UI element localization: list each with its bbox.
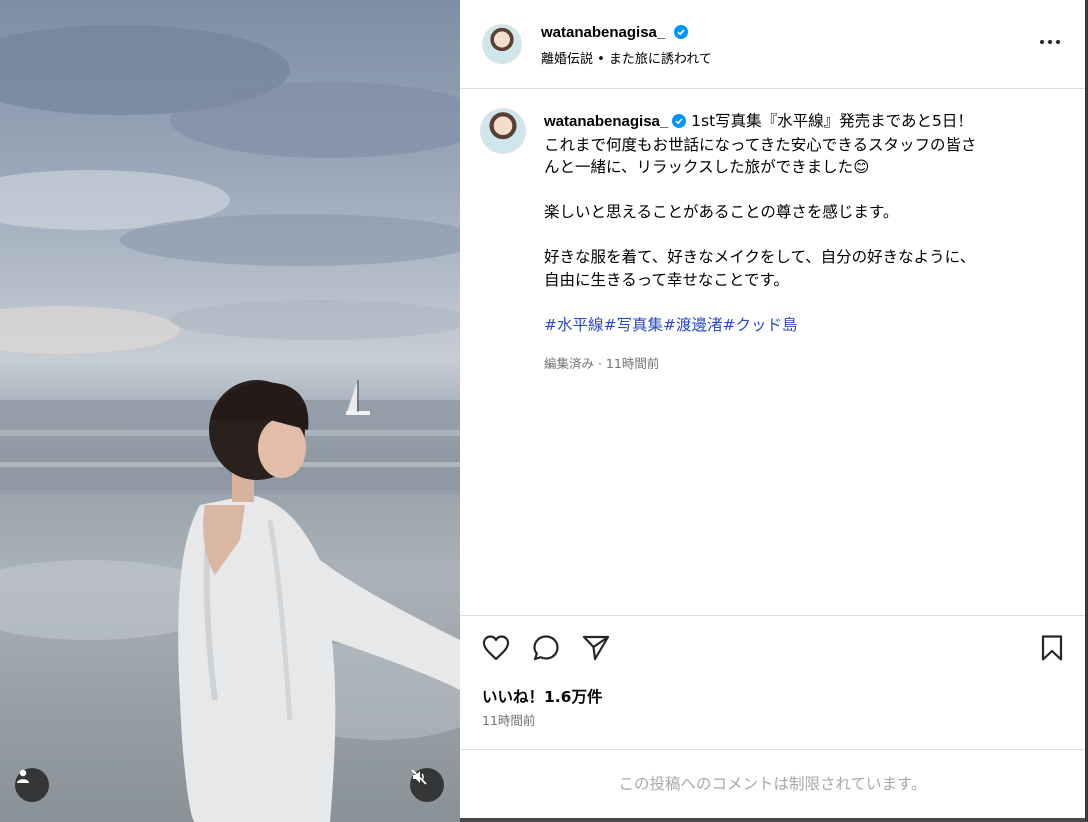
caption-text-line: これまで何度もお世話になってきた安心できるスタッフの皆さ: [544, 135, 977, 154]
caption-paragraph-2: 楽しいと思えることがあることの尊さを感じます。: [544, 203, 899, 221]
caption-paragraph-1: watanabenagisa_ 1st写真集『水平線』発売まであと5日！ これま…: [544, 110, 1044, 179]
verified-badge-icon: [674, 25, 689, 39]
likes-count[interactable]: いいね！1.6万件: [482, 685, 602, 707]
edited-meta: 編集済み · 11時間前: [544, 355, 660, 371]
heart-icon[interactable]: [481, 633, 511, 663]
caption-paragraph-3: 好きな服を着て、好きなメイクをして、自分の好きなように、 自由に生きるって幸せな…: [544, 246, 1044, 291]
post-media-image[interactable]: [0, 0, 460, 822]
muted-speaker-icon: [411, 769, 427, 785]
caption-text-line: 1st写真集『水平線』発売まであと5日！: [691, 112, 973, 130]
hashtag-link[interactable]: #写真集: [604, 316, 664, 334]
caption-text-line: 自由に生きるって幸せなことです。: [544, 270, 789, 289]
comments-restricted-notice: この投稿へのコメントは制限されています。: [618, 775, 927, 793]
verified-badge-icon: [672, 114, 687, 128]
post-timestamp[interactable]: 11時間前: [482, 710, 535, 729]
post-header: watanabenagisa_ 離婚伝説 • また旅に誘われて: [460, 0, 1085, 89]
caption-text-line: 好きな服を着て、好きなメイクをして、自分の好きなように、: [544, 248, 976, 266]
header-username[interactable]: watanabenagisa_: [541, 24, 665, 41]
post-details-panel: watanabenagisa_ 離婚伝説 • また旅に誘われて watanabe…: [460, 0, 1086, 818]
hashtag-link[interactable]: #クッド島: [723, 316, 798, 334]
beach-photo: [0, 25, 460, 822]
more-options-icon[interactable]: [1038, 34, 1062, 50]
caption-text-line: んと一緒に、リラックスした旅ができました😊: [544, 158, 870, 176]
post-caption: watanabenagisa_ 1st写真集『水平線』発売まであと5日！ これま…: [544, 110, 1044, 375]
paper-plane-icon[interactable]: [581, 633, 611, 663]
hashtag-link[interactable]: #水平線: [544, 316, 604, 334]
comment-bubble-icon[interactable]: [531, 633, 561, 663]
hashtags: #水平線#写真集#渡邊渚#クッド島: [544, 314, 1044, 337]
user-tag-button[interactable]: [15, 768, 49, 802]
caption-avatar[interactable]: [480, 108, 526, 154]
bookmark-icon[interactable]: [1037, 633, 1067, 663]
user-tag-icon: [17, 769, 29, 783]
audio-toggle-button[interactable]: [410, 768, 444, 802]
post-location[interactable]: 離婚伝説 • また旅に誘われて: [541, 48, 712, 67]
header-username-row: watanabenagisa_: [541, 22, 689, 41]
hashtag-link[interactable]: #渡邊渚: [663, 316, 723, 334]
caption-username[interactable]: watanabenagisa_: [544, 113, 668, 130]
avatar[interactable]: [482, 24, 522, 64]
